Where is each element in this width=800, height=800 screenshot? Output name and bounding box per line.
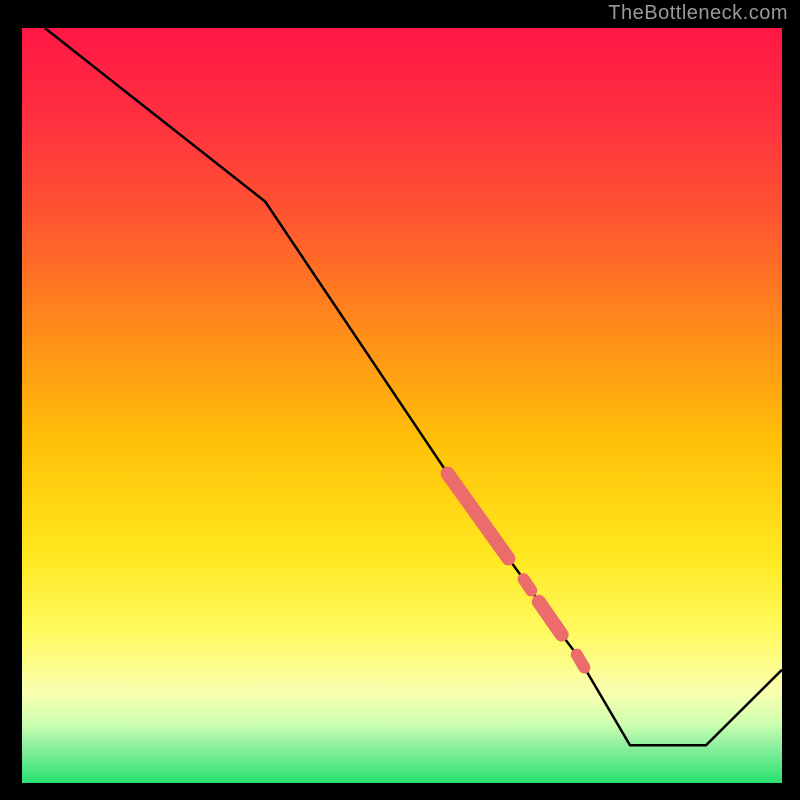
watermark-text: TheBottleneck.com <box>608 2 788 25</box>
bottleneck-chart <box>0 0 800 800</box>
chart-container: TheBottleneck.com <box>0 0 800 800</box>
highlight-segment-1 <box>524 579 532 590</box>
highlight-segment-3 <box>577 655 585 668</box>
